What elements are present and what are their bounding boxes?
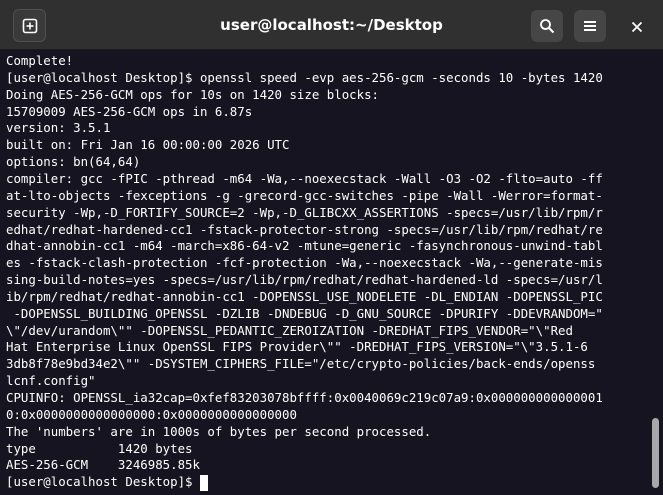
terminal-line: Complete! — [6, 53, 74, 68]
terminal-line: compiler: gcc -fPIC -pthread -m64 -Wa,--… — [6, 170, 603, 186]
terminal-line: Doing AES-256-GCM ops for 10s on 1420 si… — [6, 86, 379, 102]
hamburger-menu-icon — [582, 18, 598, 34]
terminal-line: lcnf.config" — [6, 373, 96, 389]
terminal-line: dhat-annobin-cc1 -m64 -march=x86-64-v2 -… — [6, 238, 603, 254]
terminal-line: [user@localhost Desktop]$ — [6, 474, 200, 490]
terminal-line: 3db8f78e9bd34e2\"" -DSYSTEM_CIPHERS_FILE… — [6, 356, 596, 372]
terminal-line: sing-build-notes=yes -specs=/usr/lib/rpm… — [6, 272, 603, 288]
terminal-line: at-lto-objects -fexceptions -g -grecord-… — [6, 187, 603, 203]
terminal-line: built on: Fri Jan 16 00:00:00 2026 UTC — [6, 137, 290, 153]
close-button[interactable] — [624, 14, 650, 40]
terminal-line: [user@localhost Desktop]$ openssl speed … — [6, 69, 603, 85]
search-button[interactable] — [531, 10, 563, 42]
terminal-line: version: 3.5.1 — [6, 120, 111, 136]
terminal-line: security -Wp,-D_FORTIFY_SOURCE=2 -Wp,-D_… — [6, 204, 603, 220]
terminal-line: \"/dev/urandom\"" -DOPENSSL_PEDANTIC_ZER… — [6, 322, 573, 338]
terminal-line: edhat/redhat-hardened-cc1 -fstack-protec… — [6, 221, 603, 237]
terminal-line: The 'numbers' are in 1000s of bytes per … — [6, 423, 432, 439]
terminal-output[interactable]: Complete! [user@localhost Desktop]$ opens… — [0, 50, 648, 495]
terminal-line: ib/rpm/redhat/redhat-annobin-cc1 -DOPENS… — [6, 288, 603, 304]
terminal-line: AES-256-GCM 3246985.85k — [6, 457, 200, 473]
terminal-line: CPUINFO: OPENSSL_ia32cap=0xfef83203078bf… — [6, 390, 603, 405]
new-tab-button[interactable] — [13, 9, 46, 42]
search-icon — [539, 18, 555, 34]
new-tab-icon — [22, 18, 38, 34]
terminal-line: es -fstack-clash-protection -fcf-protect… — [6, 255, 603, 271]
terminal-line: Hat Enterprise Linux OpenSSL FIPS Provid… — [6, 339, 588, 355]
close-icon — [631, 21, 643, 33]
window-title: user@localhost:~/Desktop — [220, 16, 443, 34]
terminal-line: -DOPENSSL_BUILDING_OPENSSL -DZLIB -DNDEB… — [6, 305, 603, 321]
terminal-window: user@localhost:~/Desktop Complete! [user… — [0, 0, 663, 495]
terminal-line: options: bn(64,64) — [6, 154, 141, 170]
text-cursor — [200, 475, 209, 492]
main-menu-button[interactable] — [574, 10, 606, 42]
scrollbar-thumb[interactable] — [652, 418, 659, 488]
terminal-line: 0:0x0000000000000000:0x0000000000000000 — [6, 406, 297, 422]
terminal-line: type 1420 bytes — [6, 440, 193, 456]
header-bar: user@localhost:~/Desktop — [0, 0, 663, 50]
terminal-line: 15709009 AES-256-GCM ops in 6.87s — [6, 103, 253, 119]
terminal-scrollbar[interactable] — [648, 50, 663, 495]
